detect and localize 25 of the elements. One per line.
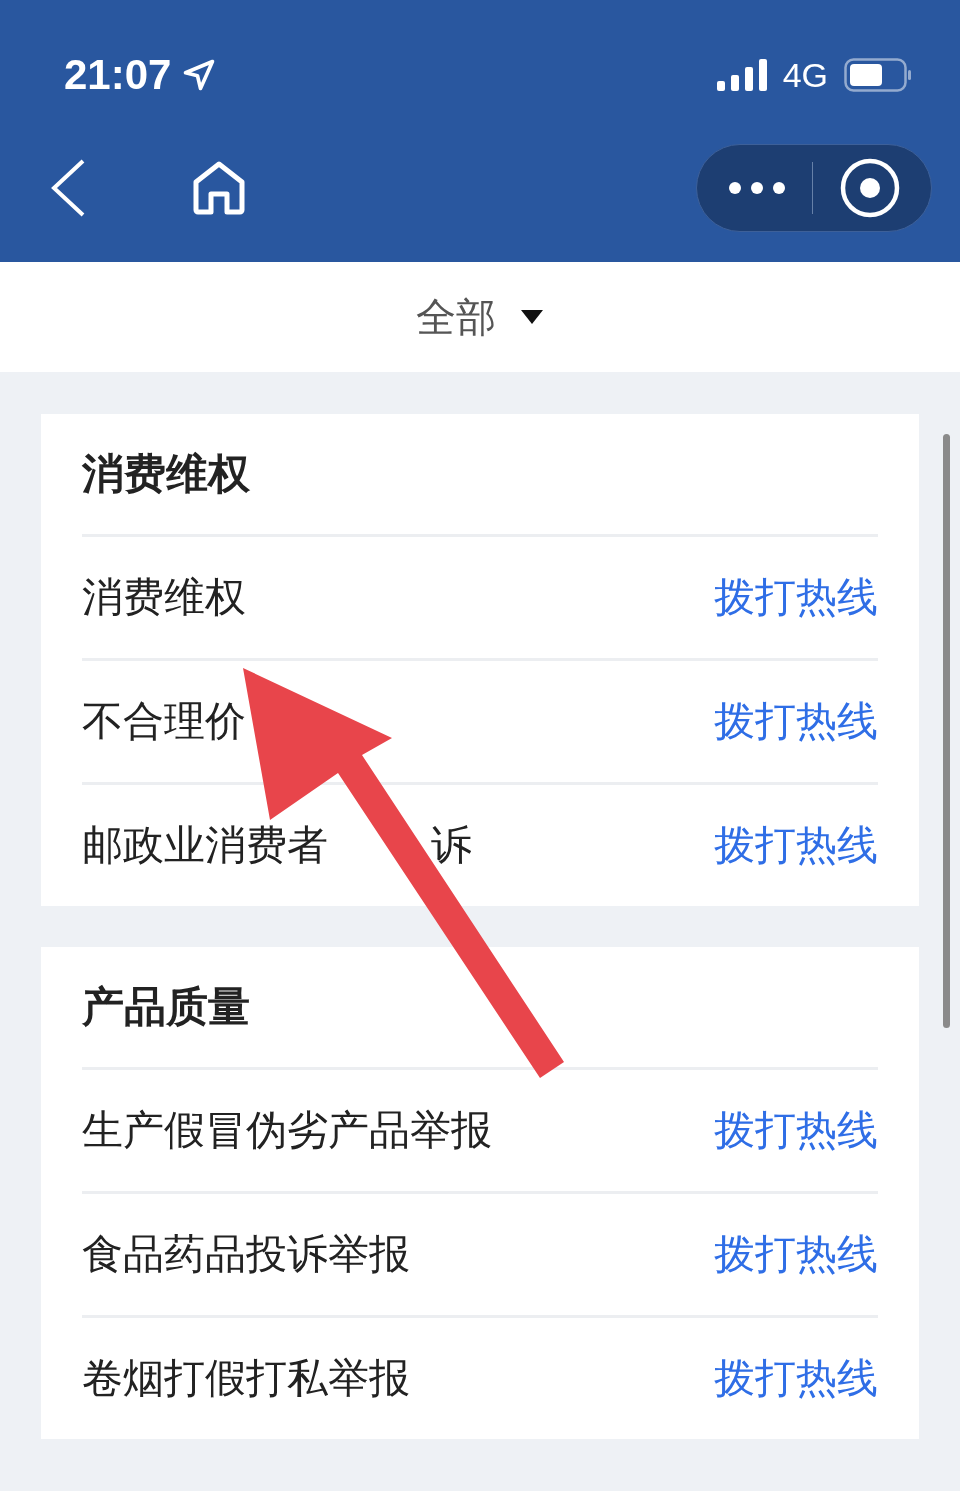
signal-icon <box>716 59 767 91</box>
home-icon[interactable] <box>192 160 246 216</box>
service-name: 食品药品投诉举报 <box>82 1229 410 1280</box>
call-hotline-link[interactable]: 拨打热线 <box>714 694 878 749</box>
service-name-fragment: 不合理价 <box>82 696 246 747</box>
battery-icon <box>844 58 912 92</box>
service-name: 消费维权 <box>82 572 246 623</box>
dropdown-caret-icon[interactable] <box>520 309 544 325</box>
clock-time: 21:07 <box>64 51 172 99</box>
network-label: 4G <box>782 55 828 95</box>
call-hotline-link[interactable]: 拨打热线 <box>714 1227 878 1282</box>
section-title: 消费维权 <box>82 414 878 537</box>
call-hotline-link[interactable]: 拨打热线 <box>714 570 878 625</box>
scrollbar[interactable] <box>943 434 950 1028</box>
service-name-fragment: 诉 <box>430 820 472 871</box>
back-icon[interactable] <box>50 159 86 217</box>
close-circle-icon[interactable] <box>839 158 900 218</box>
call-hotline-link[interactable]: 拨打热线 <box>714 1103 878 1158</box>
service-name-fragment: 邮政业消费者 <box>82 820 328 871</box>
more-icon[interactable] <box>728 181 787 195</box>
call-hotline-link[interactable]: 拨打热线 <box>714 1351 878 1406</box>
service-name: 卷烟打假打私举报 <box>82 1353 410 1404</box>
filter-dropdown[interactable]: 全部 <box>416 289 496 345</box>
call-hotline-link[interactable]: 拨打热线 <box>714 818 878 873</box>
service-name: 生产假冒伪劣产品举报 <box>82 1105 492 1156</box>
